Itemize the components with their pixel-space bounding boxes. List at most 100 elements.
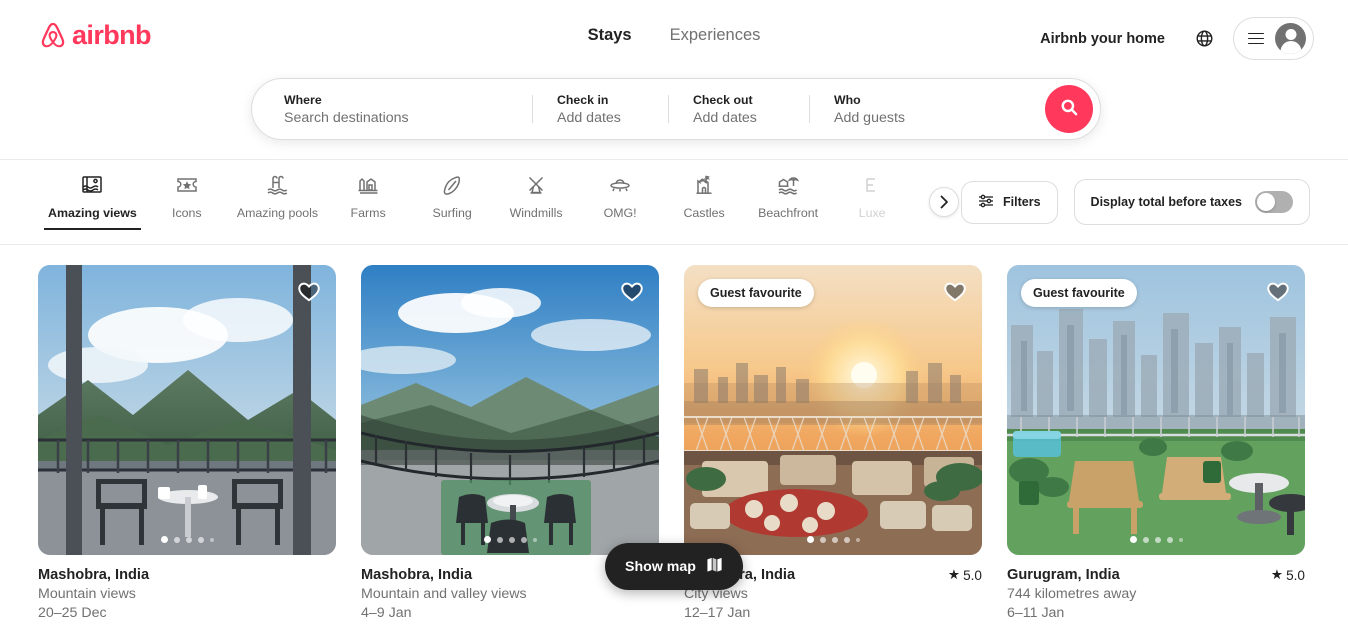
listing-dates: 20–25 Dec bbox=[38, 605, 107, 621]
carousel-dot[interactable] bbox=[209, 537, 214, 542]
carousel-dots[interactable] bbox=[38, 536, 336, 543]
tab-stays[interactable]: Stays bbox=[586, 22, 634, 49]
category-label: Amazing views bbox=[48, 205, 137, 220]
category-scroller[interactable]: Amazing views Icons Amazing pools Farms … bbox=[0, 160, 930, 245]
ufo-icon bbox=[608, 172, 632, 198]
listing-title: Mashobra, India bbox=[38, 567, 150, 583]
listing-photo[interactable]: Guest favourite bbox=[1007, 265, 1305, 555]
carousel-dot[interactable] bbox=[819, 536, 826, 543]
category-label: Farms bbox=[350, 205, 386, 220]
listing-subtitle: Mountain views bbox=[38, 586, 136, 602]
category-next-button[interactable] bbox=[929, 187, 959, 217]
show-map-label: Show map bbox=[625, 558, 696, 575]
taxes-toggle-label: Display total before taxes bbox=[1090, 195, 1242, 209]
carousel-dot[interactable] bbox=[520, 536, 527, 543]
carousel-dot[interactable] bbox=[508, 536, 515, 543]
listing-photo[interactable]: Guest favourite bbox=[684, 265, 982, 555]
listing-image-3 bbox=[684, 265, 982, 555]
category-beachfront[interactable]: Beachfront bbox=[746, 172, 830, 230]
airbnb-your-home-link[interactable]: Airbnb your home bbox=[1026, 21, 1179, 57]
search-input[interactable]: Search destinations bbox=[284, 110, 508, 126]
who-value: Add guests bbox=[834, 109, 905, 126]
surfboard-icon bbox=[440, 172, 464, 198]
carousel-dot[interactable] bbox=[1129, 536, 1137, 543]
listing-image-4 bbox=[1007, 265, 1305, 555]
listing-title-row: Gurugram, India ★ 5.0 bbox=[1007, 567, 1305, 583]
search-button[interactable] bbox=[1045, 85, 1093, 133]
airbnb-logo[interactable]: airbnb bbox=[38, 18, 152, 54]
category-windmills[interactable]: Windmills bbox=[494, 172, 578, 230]
category-amazing-views[interactable]: Amazing views bbox=[40, 172, 145, 230]
search-who-field[interactable]: Who Add guests bbox=[810, 79, 1045, 139]
carousel-dot[interactable] bbox=[173, 536, 180, 543]
search-checkout-field[interactable]: Check out Add dates bbox=[669, 79, 809, 139]
listing-photo[interactable] bbox=[361, 265, 659, 555]
carousel-dot[interactable] bbox=[1154, 536, 1161, 543]
category-amazing-pools[interactable]: Amazing pools bbox=[229, 172, 326, 230]
listing-card[interactable]: Mashobra, India Mountain views 20–25 Dec bbox=[38, 265, 336, 621]
beachfront-icon bbox=[776, 172, 800, 198]
category-luxe[interactable]: Luxe bbox=[830, 172, 914, 230]
category-label: Icons bbox=[172, 205, 202, 220]
windmill-icon bbox=[524, 172, 548, 198]
category-label: Surfing bbox=[432, 205, 472, 220]
rating-value: 5.0 bbox=[963, 567, 982, 583]
category-icons[interactable]: Icons bbox=[145, 172, 229, 230]
favorite-heart-icon[interactable] bbox=[296, 278, 322, 304]
carousel-dot[interactable] bbox=[806, 536, 814, 543]
carousel-dot[interactable] bbox=[1142, 536, 1149, 543]
filters-button[interactable]: Filters bbox=[961, 180, 1058, 224]
castle-icon bbox=[692, 172, 716, 198]
listing-card[interactable]: Guest favourite Gurugram, India ★ 5.0 74… bbox=[1007, 265, 1305, 621]
favorite-heart-icon[interactable] bbox=[619, 278, 645, 304]
listing-photo[interactable] bbox=[38, 265, 336, 555]
show-map-button[interactable]: Show map bbox=[605, 543, 743, 590]
tab-experiences[interactable]: Experiences bbox=[668, 22, 763, 49]
search-icon bbox=[1061, 99, 1078, 119]
map-icon bbox=[706, 556, 723, 577]
search-where-field[interactable]: Where Search destinations bbox=[252, 79, 532, 139]
user-menu-button[interactable] bbox=[1233, 17, 1314, 60]
category-omg[interactable]: OMG! bbox=[578, 172, 662, 230]
category-label: OMG! bbox=[603, 205, 637, 220]
carousel-dot[interactable] bbox=[160, 536, 168, 543]
favorite-heart-icon[interactable] bbox=[942, 278, 968, 304]
carousel-dot[interactable] bbox=[197, 536, 204, 543]
display-total-before-taxes-control[interactable]: Display total before taxes bbox=[1073, 179, 1310, 225]
listing-subtitle: Mountain and valley views bbox=[361, 586, 527, 602]
listing-title: Gurugram, India bbox=[1007, 567, 1120, 583]
chevron-right-icon bbox=[940, 195, 948, 209]
category-farms[interactable]: Farms bbox=[326, 172, 410, 230]
avatar bbox=[1275, 23, 1306, 54]
ticket-star-icon bbox=[175, 172, 199, 198]
category-surfing[interactable]: Surfing bbox=[410, 172, 494, 230]
search-checkin-field[interactable]: Check in Add dates bbox=[533, 79, 668, 139]
carousel-dots[interactable] bbox=[1007, 536, 1305, 543]
hamburger-icon bbox=[1248, 32, 1264, 45]
airbnb-belo-icon bbox=[38, 20, 68, 52]
carousel-dot[interactable] bbox=[831, 536, 838, 543]
listing-info: Gurugram, India ★ 5.0 744 kilometres awa… bbox=[1007, 555, 1305, 621]
globe-icon[interactable] bbox=[1185, 20, 1223, 58]
filters-label: Filters bbox=[1003, 195, 1041, 209]
carousel-dot[interactable] bbox=[1166, 536, 1173, 543]
carousel-dots[interactable] bbox=[684, 536, 982, 543]
carousel-dot[interactable] bbox=[855, 537, 860, 542]
farm-icon bbox=[356, 172, 380, 198]
checkout-label: Check out bbox=[693, 92, 753, 107]
carousel-dot[interactable] bbox=[483, 536, 491, 543]
where-label: Where bbox=[284, 92, 322, 107]
search-bar[interactable]: Where Search destinations Check in Add d… bbox=[251, 78, 1101, 140]
category-castles[interactable]: Castles bbox=[662, 172, 746, 230]
carousel-dots[interactable] bbox=[361, 536, 659, 543]
taxes-toggle-switch[interactable] bbox=[1255, 191, 1293, 213]
listing-image-1 bbox=[38, 265, 336, 555]
carousel-dot[interactable] bbox=[185, 536, 192, 543]
carousel-dot[interactable] bbox=[496, 536, 503, 543]
filters-icon bbox=[978, 193, 994, 212]
carousel-dot[interactable] bbox=[843, 536, 850, 543]
carousel-dot[interactable] bbox=[1178, 537, 1183, 542]
carousel-dot[interactable] bbox=[532, 537, 537, 542]
favorite-heart-icon[interactable] bbox=[1265, 278, 1291, 304]
who-label: Who bbox=[834, 92, 861, 107]
